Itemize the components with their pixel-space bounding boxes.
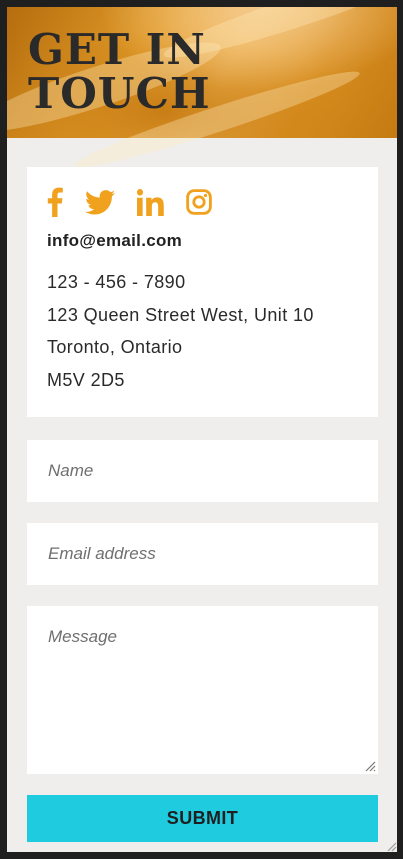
- contact-info-card: info@email.com 123 - 456 - 7890 123 Quee…: [27, 167, 378, 417]
- social-links: [47, 187, 212, 217]
- address-line-2: Toronto, Ontario: [47, 337, 183, 357]
- name-input[interactable]: [27, 440, 378, 502]
- contact-email: info@email.com: [47, 231, 183, 250]
- window-resize-icon[interactable]: [385, 840, 397, 852]
- postal-code: M5V 2D5: [47, 369, 125, 390]
- contact-page: GET IN TOUCH info@email.com 123 - 456 - …: [7, 7, 397, 852]
- hero-banner: GET IN TOUCH: [7, 7, 397, 178]
- email-field: [27, 523, 378, 585]
- email-input[interactable]: [27, 523, 378, 585]
- resize-handle-icon[interactable]: [364, 760, 376, 772]
- linkedin-icon[interactable]: [137, 188, 164, 216]
- message-textarea[interactable]: [27, 606, 378, 774]
- message-field: [27, 606, 378, 774]
- submit-button[interactable]: SUBMIT: [27, 795, 378, 842]
- contact-phone: 123 - 456 - 7890: [47, 272, 186, 292]
- page-title: GET IN TOUCH: [28, 25, 211, 118]
- address-line-1: 123 Queen Street West, Unit 10: [47, 304, 314, 325]
- twitter-icon[interactable]: [85, 189, 115, 215]
- name-field: [27, 440, 378, 502]
- facebook-icon[interactable]: [47, 187, 63, 217]
- instagram-icon[interactable]: [186, 189, 212, 215]
- contact-details: 123 - 456 - 7890 123 Queen Street West, …: [47, 266, 314, 396]
